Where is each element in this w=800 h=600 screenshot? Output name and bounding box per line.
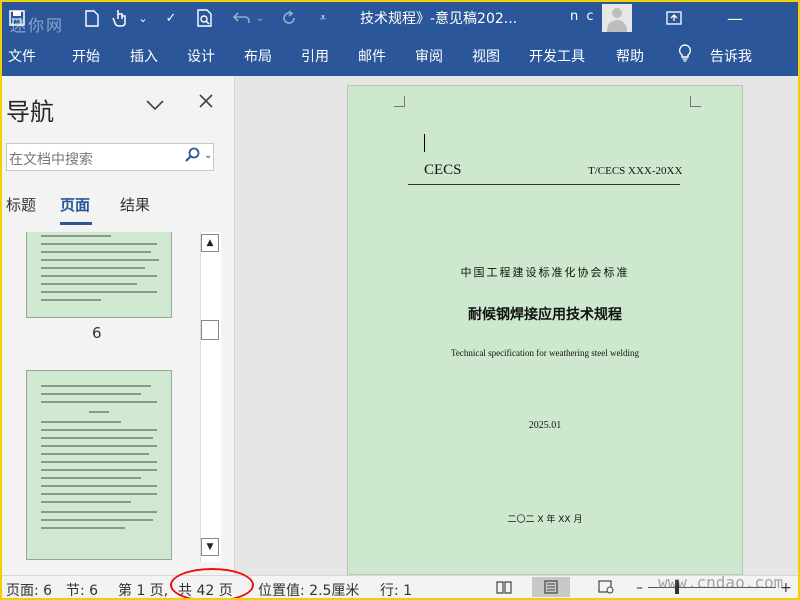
document-title: 技术规程》-意见稿202... xyxy=(360,11,518,27)
minimize-icon[interactable]: — xyxy=(722,6,748,30)
status-line[interactable]: 行: 1 xyxy=(380,580,412,598)
tell-me-search[interactable]: 告诉我 xyxy=(710,46,752,66)
navigation-pane: 导航 在文档中搜索 ⌄ 标题 页面 结果 6 ▲ ▼ xyxy=(2,76,235,575)
highlight-circle xyxy=(170,568,254,598)
header-rule xyxy=(408,184,680,185)
avatar-head xyxy=(612,8,622,18)
user-name[interactable]: n c xyxy=(570,9,596,24)
document-date: 2025.01 xyxy=(528,420,562,431)
document-title-cn: 耐候钢焊接应用技术规程 xyxy=(468,307,622,323)
status-page-of[interactable]: 第 1 页, xyxy=(118,580,168,598)
new-document-icon[interactable] xyxy=(82,6,102,30)
document-area: CECS T/CECS XXX-20XX 中国工程建设标准化协会标准 耐候钢焊接… xyxy=(235,76,798,575)
pane-options-icon[interactable] xyxy=(146,94,164,115)
header-standard-number: T/CECS XXX-20XX xyxy=(588,165,683,177)
site-watermark: 迷你网 xyxy=(10,16,65,35)
active-tab-indicator xyxy=(60,222,92,225)
read-mode-icon[interactable] xyxy=(492,577,516,597)
word-window: 迷你网 ⌄ ✓ ⌄ ⩡ 技术规程》-意见稿202... n c — 文件 开始 … xyxy=(0,0,800,600)
search-input[interactable]: 在文档中搜索 xyxy=(9,149,93,169)
tab-headings[interactable]: 标题 xyxy=(6,194,36,215)
tab-references[interactable]: 引用 xyxy=(301,46,329,66)
tab-layout[interactable]: 布局 xyxy=(244,46,272,66)
print-layout-icon[interactable] xyxy=(532,577,570,597)
tab-pages[interactable]: 页面 xyxy=(60,194,90,215)
redo-icon[interactable] xyxy=(278,6,300,30)
header-cecs: CECS xyxy=(424,162,462,178)
tab-mailings[interactable]: 邮件 xyxy=(358,46,386,66)
customize-quick-access-icon[interactable]: ⩡ xyxy=(316,6,330,30)
page-thumbnails: 6 xyxy=(2,232,198,562)
tab-help[interactable]: 帮助 xyxy=(616,46,644,66)
lightbulb-icon[interactable] xyxy=(678,44,692,66)
scroll-up-icon[interactable]: ▲ xyxy=(201,234,219,252)
scroll-down-icon[interactable]: ▼ xyxy=(201,538,219,556)
spelling-check-icon[interactable]: ✓ xyxy=(160,6,182,30)
scrollbar-thumb[interactable] xyxy=(201,320,219,340)
margin-corner-left xyxy=(394,96,405,107)
print-preview-icon[interactable] xyxy=(194,6,216,30)
tab-file[interactable]: 文件 xyxy=(8,46,36,66)
status-section[interactable]: 节: 6 xyxy=(66,580,98,598)
tab-design[interactable]: 设计 xyxy=(187,46,215,66)
document-page[interactable]: CECS T/CECS XXX-20XX 中国工程建设标准化协会标准 耐候钢焊接… xyxy=(347,85,743,575)
tab-results[interactable]: 结果 xyxy=(120,194,150,215)
tab-insert[interactable]: 插入 xyxy=(130,46,158,66)
margin-corner-right xyxy=(690,96,701,107)
status-page[interactable]: 页面: 6 xyxy=(6,580,52,598)
page-thumbnail-6[interactable] xyxy=(26,232,172,318)
zoom-out-button[interactable]: – xyxy=(636,580,643,596)
tab-view[interactable]: 视图 xyxy=(472,46,500,66)
organization-line: 中国工程建设标准化协会标准 xyxy=(460,266,630,279)
text-cursor xyxy=(424,134,425,152)
publish-date: 二〇二 X 年 XX 月 xyxy=(507,515,583,525)
site-watermark-bottom: www.cndao.com xyxy=(658,573,784,592)
page-thumbnail-7[interactable] xyxy=(26,370,172,560)
ribbon-display-options-icon[interactable] xyxy=(662,6,686,30)
undo-dropdown-icon[interactable]: ⌄ xyxy=(254,6,266,30)
web-layout-icon[interactable] xyxy=(594,577,618,597)
status-position[interactable]: 位置值: 2.5厘米 xyxy=(258,580,359,598)
document-title-en: Technical specification for weathering s… xyxy=(450,348,640,358)
avatar-shoulders xyxy=(607,20,627,32)
undo-icon[interactable] xyxy=(230,6,254,30)
nav-search-box[interactable]: 在文档中搜索 ⌄ xyxy=(6,143,214,171)
ribbon-tabs: 文件 开始 插入 设计 布局 引用 邮件 审阅 视图 开发工具 帮助 告诉我 xyxy=(2,34,798,76)
search-options-icon[interactable]: ⌄ xyxy=(204,150,212,161)
touch-dropdown-icon[interactable]: ⌄ xyxy=(136,6,150,30)
tab-home[interactable]: 开始 xyxy=(72,46,100,66)
title-bar: 迷你网 ⌄ ✓ ⌄ ⩡ 技术规程》-意见稿202... n c — xyxy=(2,2,798,35)
thumbnail-scrollbar[interactable] xyxy=(200,232,221,562)
navigation-title: 导航 xyxy=(6,98,54,126)
tab-review[interactable]: 审阅 xyxy=(415,46,443,66)
user-avatar[interactable] xyxy=(602,4,632,32)
thumbnail-page-number: 6 xyxy=(92,324,102,342)
touch-mode-icon[interactable] xyxy=(110,6,130,30)
close-pane-icon[interactable] xyxy=(198,90,214,115)
tab-developer[interactable]: 开发工具 xyxy=(529,46,585,66)
search-icon[interactable] xyxy=(185,147,200,166)
